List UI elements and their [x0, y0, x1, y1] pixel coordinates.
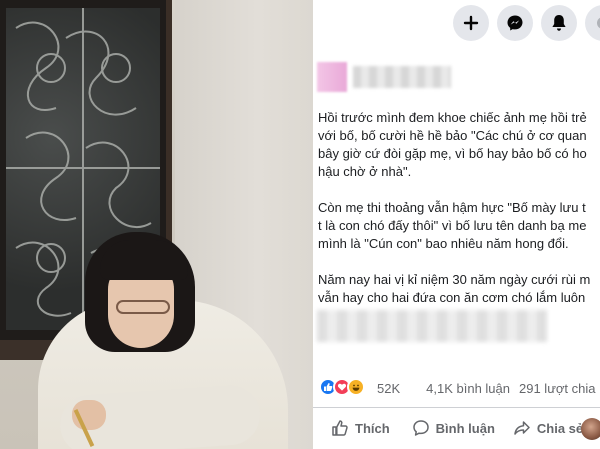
post-line: hậu chờ ở nhà".	[318, 164, 412, 179]
avatar[interactable]	[581, 418, 600, 440]
comment-label: Bình luận	[435, 420, 495, 436]
post-line: mình là "Cún con" bao nhiêu năm hong đổi…	[318, 236, 569, 251]
post-line: Hồi trước mình đem khoe chiếc ảnh mẹ hồi…	[318, 110, 587, 125]
share-label: Chia sẻ	[536, 420, 584, 436]
post-text: Hồi trước mình đem khoe chiếc ảnh mẹ hồi…	[318, 109, 600, 325]
bell-icon	[552, 15, 566, 31]
post-line: t là con chó đấy thôi" vì bố lưu tên dan…	[318, 218, 587, 233]
like-label: Thích	[355, 420, 390, 436]
comments-count[interactable]: 4,1K bình luận	[426, 381, 510, 396]
photo-glasses	[116, 300, 170, 314]
author-info-blurred	[317, 62, 457, 92]
messenger-icon	[507, 15, 523, 31]
post-line: Năm nay hai vị kỉ niệm 30 năm ngày cưới …	[318, 272, 591, 287]
post-paragraph: Hồi trước mình đem khoe chiếc ảnh mẹ hồi…	[318, 109, 600, 181]
reactions-bar: 52K 4,1K bình luận 291 lượt chia	[319, 378, 600, 398]
post-line: với bố, bố cười hề hề bảo "Các chú ở cơ …	[318, 128, 587, 143]
post-paragraph: Năm nay hai vị kỉ niệm 30 năm ngày cưới …	[318, 271, 600, 307]
post-actions: Thích Bình luận Chia sẻ	[313, 412, 600, 444]
post-paragraph: Còn mẹ thi thoảng vẫn hậm hực "Bố mày lư…	[318, 199, 600, 253]
post-photo[interactable]	[0, 0, 313, 449]
like-button[interactable]: Thích	[331, 412, 390, 444]
post-line: bây giờ cứ đòi gặp mẹ, vì bố hay bảo bố …	[318, 146, 587, 161]
post-line: vẫn hay cho hai đứa con ăn cơm chó lắm l…	[318, 290, 586, 305]
author-avatar-blurred	[317, 62, 347, 92]
haha-icon	[347, 378, 365, 396]
notifications-button[interactable]	[541, 5, 577, 41]
thumbs-up-icon	[332, 420, 348, 436]
comment-button[interactable]: Bình luận	[412, 412, 495, 444]
comment-icon	[412, 420, 429, 436]
reaction-icons[interactable]	[319, 378, 373, 398]
shares-count[interactable]: 291 lượt chia	[519, 381, 596, 396]
top-actions	[313, 5, 600, 41]
create-button[interactable]	[453, 5, 489, 41]
blurred-text	[317, 310, 547, 342]
post-line: Còn mẹ thi thoảng vẫn hậm hực "Bố mày lư…	[318, 200, 586, 215]
author-name-blurred	[353, 66, 451, 88]
post-panel: Hồi trước mình đem khoe chiếc ảnh mẹ hồi…	[313, 0, 600, 449]
plus-icon	[463, 15, 479, 31]
messenger-button[interactable]	[497, 5, 533, 41]
share-icon	[514, 421, 530, 435]
avatar-icon	[597, 17, 600, 29]
divider	[313, 407, 600, 408]
share-button[interactable]: Chia sẻ	[513, 412, 583, 444]
reactions-count[interactable]: 52K	[377, 381, 400, 396]
photo-bangs	[100, 240, 188, 280]
account-button[interactable]	[585, 5, 600, 41]
